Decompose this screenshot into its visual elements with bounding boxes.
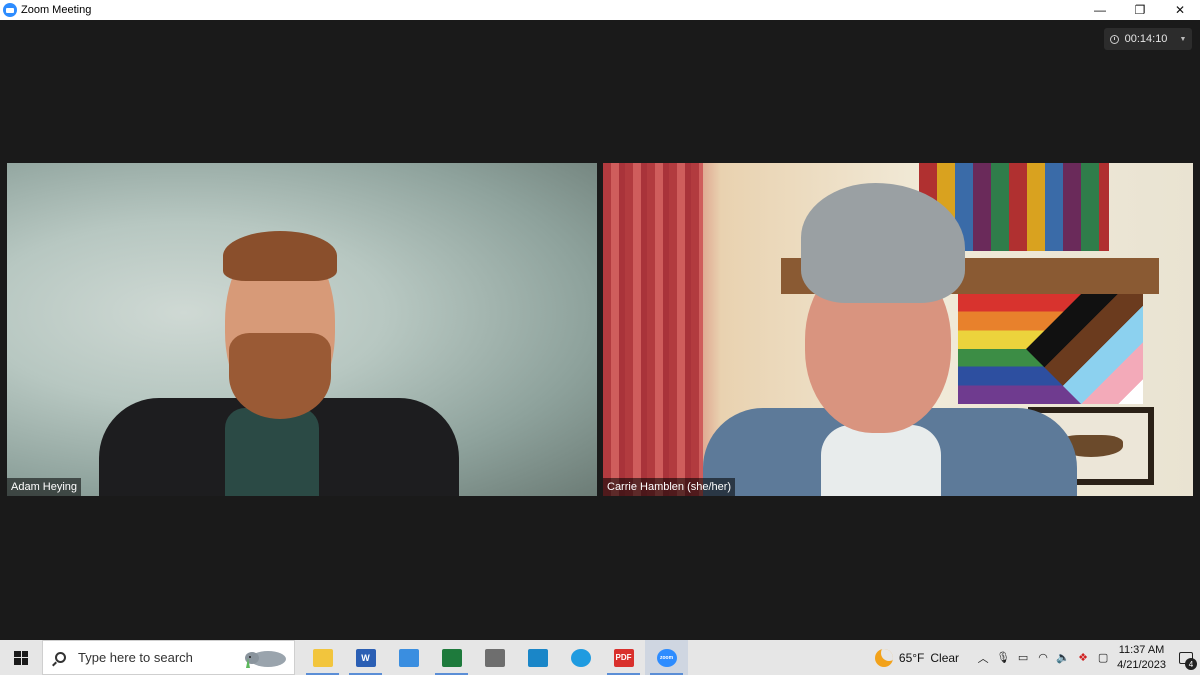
taskbar-search[interactable] xyxy=(42,640,295,675)
shirt xyxy=(225,408,319,496)
curtain xyxy=(603,163,703,496)
taskbar-app-word[interactable]: W xyxy=(344,640,387,675)
microphone-icon[interactable]: 🎙 xyxy=(993,640,1013,675)
app-icon xyxy=(484,648,505,667)
close-button[interactable]: ✕ xyxy=(1160,0,1200,20)
taskbar-app-pdf[interactable]: PDF xyxy=(602,640,645,675)
excel-icon xyxy=(441,648,462,667)
weather-temp: 65°F xyxy=(898,650,925,665)
timer-value: 00:14:10 xyxy=(1124,33,1168,45)
pinned-apps: W PDF zoom xyxy=(301,640,688,675)
taskbar-app-edge[interactable] xyxy=(559,640,602,675)
hair xyxy=(223,231,337,281)
meeting-timer[interactable]: 00:14:10 ▼ xyxy=(1104,28,1192,50)
moon-icon xyxy=(874,648,893,667)
title-bar: Zoom Meeting — ❐ ✕ xyxy=(0,0,1200,20)
pride-flag xyxy=(958,294,1143,404)
search-icon xyxy=(55,652,66,663)
participant-name-label: Carrie Hamblen (she/her) xyxy=(603,478,736,496)
meeting-area: 00:14:10 ▼ Adam Heying Carrie Hamblen (s… xyxy=(0,20,1200,640)
search-input[interactable] xyxy=(78,650,228,665)
volume-icon[interactable]: 🔈 xyxy=(1053,640,1073,675)
taskbar-app-file-explorer[interactable] xyxy=(301,640,344,675)
video-tile-adam[interactable]: Adam Heying xyxy=(7,163,597,496)
app-icon xyxy=(527,648,548,667)
notification-center[interactable]: 4 xyxy=(1172,640,1200,675)
taskbar-app-excel[interactable] xyxy=(430,640,473,675)
wifi-icon[interactable]: ◠ xyxy=(1033,640,1053,675)
restore-button[interactable]: ❐ xyxy=(1120,0,1160,20)
word-icon: W xyxy=(355,648,376,667)
minimize-button[interactable]: — xyxy=(1080,0,1120,20)
taskbar-app-zoom[interactable]: zoom xyxy=(645,640,688,675)
meet-now-icon[interactable]: ▢ xyxy=(1093,640,1113,675)
dropbox-icon[interactable]: ❖ xyxy=(1073,640,1093,675)
system-tray: 65°F Clear ︿ 🎙 ▭ ◠ 🔈 ❖ ▢ 11:37 AM 4/21/2… xyxy=(874,640,1200,675)
zoom-logo-icon xyxy=(3,3,17,17)
system-clock[interactable]: 11:37 AM 4/21/2023 xyxy=(1117,643,1166,673)
shirt xyxy=(821,425,941,496)
clock-date: 4/21/2023 xyxy=(1117,658,1166,671)
chevron-up-icon[interactable]: ︿ xyxy=(973,640,993,675)
participant-name-label: Adam Heying xyxy=(7,478,82,496)
window-title: Zoom Meeting xyxy=(21,4,92,16)
clock-icon xyxy=(1109,34,1119,44)
taskbar-app-5[interactable] xyxy=(473,640,516,675)
notification-count: 4 xyxy=(1185,658,1197,670)
battery-icon[interactable]: ▭ xyxy=(1013,640,1033,675)
taskbar-app-3[interactable] xyxy=(387,640,430,675)
clock-time: 11:37 AM xyxy=(1118,643,1165,656)
weather-widget[interactable]: 65°F Clear xyxy=(874,648,960,667)
app-icon xyxy=(398,648,419,667)
manatee-icon xyxy=(245,651,286,668)
taskbar-app-6[interactable] xyxy=(516,640,559,675)
windows-logo-icon xyxy=(14,650,28,665)
weather-condition: Clear xyxy=(930,650,960,665)
start-button[interactable] xyxy=(0,640,42,675)
chevron-down-icon: ▼ xyxy=(1179,35,1187,43)
taskbar: W PDF zoom 65°F Clear ︿ 🎙 ▭ xyxy=(0,640,1200,675)
video-tile-carrie[interactable]: Carrie Hamblen (she/her) xyxy=(603,163,1193,496)
zoom-icon: zoom xyxy=(656,648,677,667)
pdf-icon: PDF xyxy=(613,648,634,667)
edge-icon xyxy=(570,648,591,667)
window-controls: — ❐ ✕ xyxy=(1080,0,1200,20)
folder-icon xyxy=(312,648,333,667)
beard xyxy=(229,333,331,419)
